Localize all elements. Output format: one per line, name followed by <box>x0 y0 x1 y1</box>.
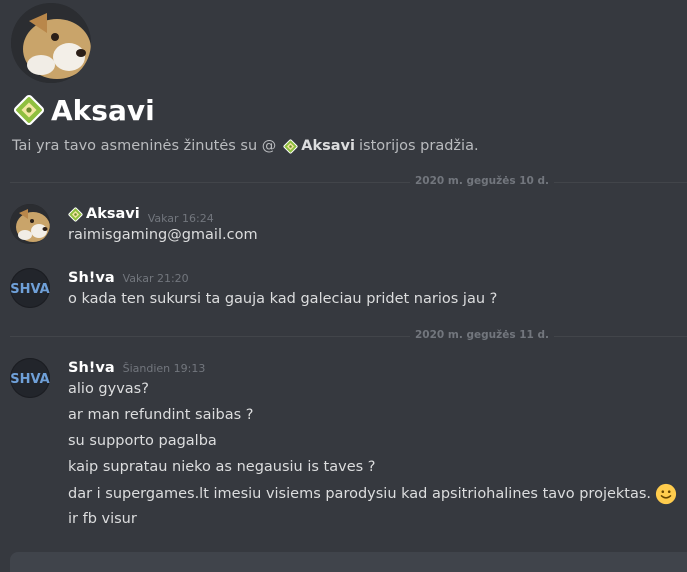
username[interactable]: Sh!va <box>68 270 115 286</box>
message-input[interactable] <box>10 552 687 572</box>
date-divider <box>10 182 687 183</box>
message-line: o kada ten sukursi ta gauja kad galeciau… <box>68 291 498 307</box>
message-line: raimisgaming@gmail.com <box>68 227 258 243</box>
conversation-intro: Tai yra tavo asmeninės žinutės su @ Aksa… <box>12 138 479 154</box>
mention-name: Aksavi <box>301 138 355 154</box>
date-divider <box>10 336 687 337</box>
message-header: Sh!va Šiandien 19:13 <box>68 360 205 376</box>
message-line-text: dar i supergames.lt imesiu visiems parod… <box>68 486 652 502</box>
dog-avatar[interactable] <box>11 3 91 83</box>
username-text: Aksavi <box>86 206 140 222</box>
message-line: dar i supergames.lt imesiu visiems parod… <box>68 483 677 505</box>
username[interactable]: Aksavi <box>68 206 140 222</box>
shiva-avatar[interactable] <box>10 358 50 398</box>
message-line: ar man refundint saibas ? <box>68 407 254 423</box>
intro-before: Tai yra tavo asmeninės žinutės su @ <box>12 138 277 154</box>
message-line: kaip supratau nieko as negausiu is taves… <box>68 459 376 475</box>
title-text: Aksavi <box>51 93 155 127</box>
message-header: Sh!va Vakar 21:20 <box>68 270 189 286</box>
diamond-badge-icon <box>13 94 45 126</box>
message-line: su supporto pagalba <box>68 433 217 449</box>
date-divider-label: 2020 m. gegužės 10 d. <box>410 175 555 187</box>
timestamp: Vakar 21:20 <box>122 272 189 285</box>
dog-avatar[interactable] <box>10 204 50 244</box>
message-header: Aksavi Vakar 16:24 <box>68 206 214 225</box>
timestamp: Vakar 16:24 <box>147 211 214 225</box>
diamond-badge-icon <box>68 206 83 222</box>
timestamp: Šiandien 19:13 <box>122 362 206 375</box>
diamond-badge-icon <box>283 138 299 154</box>
page-title: Aksavi <box>13 92 155 128</box>
username[interactable]: Sh!va <box>68 360 115 376</box>
message-line: alio gyvas? <box>68 381 149 397</box>
message-line: ir fb visur <box>68 511 137 527</box>
shiva-avatar[interactable] <box>10 268 50 308</box>
user-mention[interactable]: Aksavi <box>280 138 355 154</box>
slightly-smiling-face-icon <box>655 483 677 505</box>
date-divider-label: 2020 m. gegužės 11 d. <box>410 329 555 341</box>
intro-after: istorijos pradžia. <box>358 138 479 154</box>
